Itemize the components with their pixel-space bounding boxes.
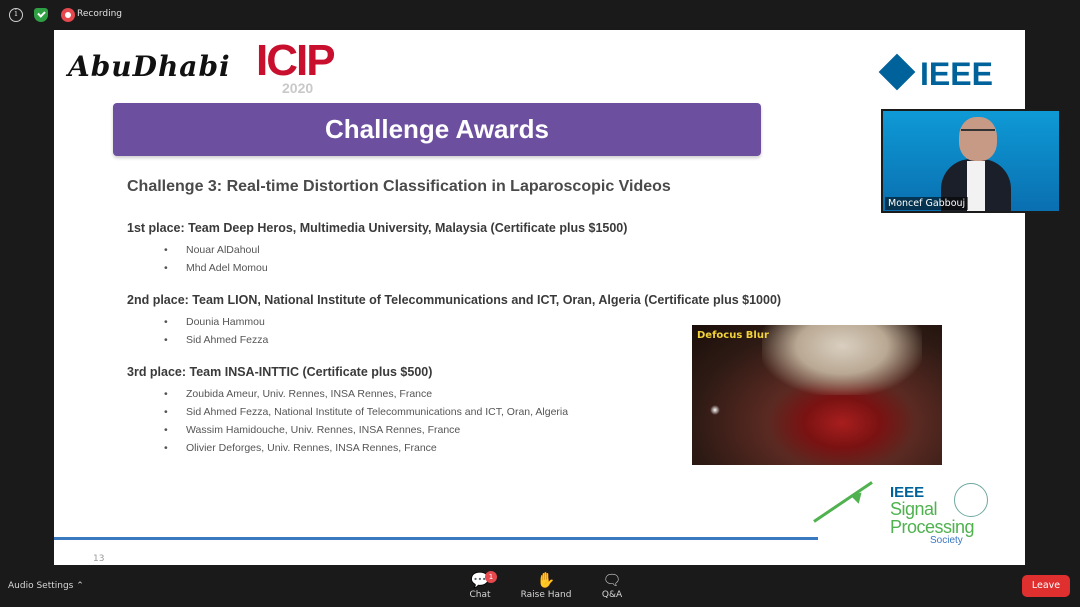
- member-item: Nouar AlDahoul: [164, 244, 259, 256]
- icip-logo-text: ICIP: [256, 36, 336, 85]
- banner-title: Challenge Awards: [325, 114, 549, 144]
- member-item: Sid Ahmed Fezza, National Institute of T…: [164, 406, 568, 418]
- member-item: Zoubida Ameur, Univ. Rennes, INSA Rennes…: [164, 388, 432, 400]
- top-status-bar: i Recording: [0, 0, 1080, 30]
- recording-icon[interactable]: [61, 8, 75, 22]
- audio-settings-label: Audio Settings: [8, 581, 74, 591]
- place-title-1st: 1st place: Team Deep Heros, Multimedia U…: [127, 221, 628, 235]
- laparoscopic-sample-image: Defocus Blur: [692, 325, 942, 465]
- ieee-diamond-icon: [878, 53, 916, 91]
- member-item: Dounia Hammou: [164, 316, 265, 328]
- sps-processing-text: Processing: [890, 517, 975, 537]
- audio-settings-button[interactable]: Audio Settings ⌃: [8, 581, 84, 591]
- chat-icon: 💬: [470, 571, 490, 589]
- sps-society-text: Society: [930, 535, 963, 546]
- shield-icon[interactable]: [34, 8, 48, 22]
- meeting-controls-bar: Audio Settings ⌃ 💬 1 Chat ✋ Raise Hand 🗨…: [0, 565, 1080, 607]
- place-title-3rd: 3rd place: Team INSA-INTTIC (Certificate…: [127, 365, 433, 379]
- member-item: Olivier Deforges, Univ. Rennes, INSA Ren…: [164, 442, 437, 454]
- footer-arrow-head-icon: [850, 488, 866, 504]
- chat-label: Chat: [469, 590, 491, 600]
- page-number: 13: [93, 554, 105, 564]
- challenge-title: Challenge 3: Real-time Distortion Classi…: [127, 178, 671, 195]
- participant-glasses: [961, 129, 995, 135]
- participant-name: Moncef Gabbouj: [885, 197, 969, 210]
- place-title-2nd: 2nd place: Team LION, National Institute…: [127, 293, 782, 307]
- info-icon[interactable]: i: [9, 8, 23, 22]
- chevron-up-icon[interactable]: ⌃: [76, 581, 84, 591]
- participant-head: [959, 117, 997, 161]
- qa-button[interactable]: 🗨 Q&A: [577, 570, 647, 600]
- abu-dhabi-logo: AbuDhabi: [68, 50, 231, 83]
- hand-icon: ✋: [536, 571, 556, 589]
- title-banner: Challenge Awards: [113, 103, 761, 156]
- qa-label: Q&A: [601, 590, 623, 600]
- recording-label: Recording: [77, 9, 123, 19]
- raise-hand-button[interactable]: ✋ Raise Hand: [511, 570, 581, 600]
- footer-line: [54, 537, 818, 540]
- participant-shirt: [967, 161, 985, 211]
- icip-logo-year: 2020: [282, 80, 314, 96]
- image-label: Defocus Blur: [697, 330, 769, 341]
- chat-button[interactable]: 💬 1 Chat: [445, 570, 515, 600]
- shared-slide: AbuDhabi ICIP 2020 IEEE Challenge Awards…: [54, 30, 1025, 565]
- chat-badge: 1: [485, 571, 497, 583]
- participant-video-tile[interactable]: Moncef Gabbouj: [881, 109, 1061, 213]
- member-item: Mhd Adel Momou: [164, 262, 268, 274]
- ieee-logo-text: IEEE: [920, 56, 993, 92]
- globe-icon: [954, 483, 988, 517]
- member-item: Wassim Hamidouche, Univ. Rennes, INSA Re…: [164, 424, 460, 436]
- qa-icon: 🗨: [602, 571, 622, 589]
- footer-arrow-line: [813, 481, 873, 523]
- signal-processing-society-logo: IEEE Signal Processing Society: [890, 483, 1000, 546]
- leave-button[interactable]: Leave: [1022, 575, 1070, 597]
- icip-logo: ICIP 2020: [252, 34, 336, 96]
- slide-content: Challenge 3: Real-time Distortion Classi…: [127, 178, 807, 454]
- member-item: Sid Ahmed Fezza: [164, 334, 268, 346]
- raise-hand-label: Raise Hand: [520, 590, 572, 600]
